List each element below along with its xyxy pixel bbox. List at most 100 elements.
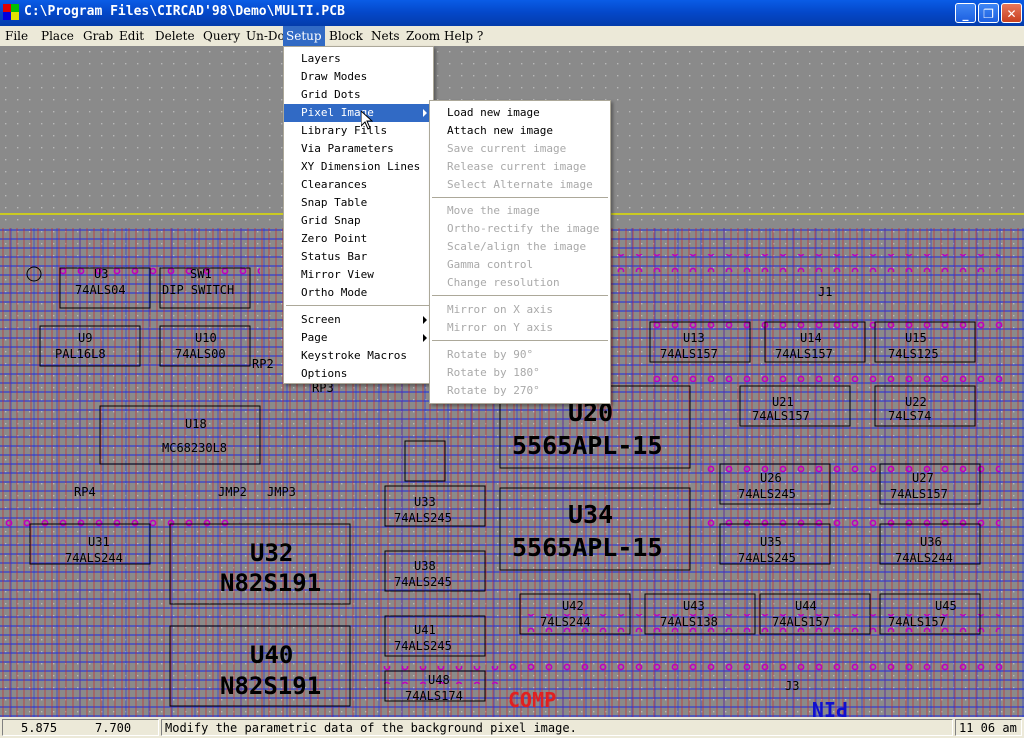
menu-item-gamma-control: Gamma control xyxy=(447,258,534,271)
menu-item-select-alternate-image: Select Alternate image xyxy=(447,178,593,191)
window-title: C:\Program Files\CIRCAD'98\Demo\MULTI.PC… xyxy=(24,4,345,19)
menu-help[interactable]: Help ? xyxy=(441,26,486,46)
component-ref: U15 xyxy=(905,331,927,345)
component-ref: U41 xyxy=(414,623,436,637)
component-part: MC68230L8 xyxy=(162,441,227,455)
component-part: 74LS74 xyxy=(888,409,931,423)
component-part: 74ALS244 xyxy=(65,551,123,565)
component-part: 74ALS244 xyxy=(895,551,953,565)
menu-item-mirror-view[interactable]: Mirror View xyxy=(284,266,433,284)
component-ref: U22 xyxy=(905,395,927,409)
menu-item-layers[interactable]: Layers xyxy=(284,50,433,68)
component-part: N82S191 xyxy=(220,569,321,597)
component-part: PAL16L8 xyxy=(55,347,106,361)
menu-delete[interactable]: Delete xyxy=(152,26,198,46)
component-part: 74ALS245 xyxy=(394,511,452,525)
menu-item-scale-align: Scale/align the image xyxy=(447,240,587,253)
menu-item-pixel-image[interactable]: Pixel Image xyxy=(284,104,433,122)
component-part: 74ALS04 xyxy=(75,283,126,297)
menu-item-screen[interactable]: Screen xyxy=(284,311,433,329)
menu-item-grid-snap[interactable]: Grid Snap xyxy=(284,212,433,230)
menu-item-label: Screen xyxy=(301,313,341,326)
menu-block[interactable]: Block xyxy=(326,26,366,46)
menu-item-draw-modes[interactable]: Draw Modes xyxy=(284,68,433,86)
menu-separator xyxy=(432,340,608,341)
app-icon[interactable] xyxy=(3,4,19,20)
component-ref: U10 xyxy=(195,331,217,345)
menu-item-clearances[interactable]: Clearances xyxy=(284,176,433,194)
menu-separator xyxy=(432,197,608,198)
component-part: 74ALS157 xyxy=(775,347,833,361)
component-part: 74ALS245 xyxy=(738,487,796,501)
component-ref: U48 xyxy=(428,673,450,687)
setup-menu: Layers Draw Modes Grid Dots Pixel Image … xyxy=(283,46,434,384)
board-label: RP2 xyxy=(252,357,274,371)
component-ref: U27 xyxy=(912,471,934,485)
status-bar: 5.875 7.700 Modify the parametric data o… xyxy=(0,717,1024,738)
minimize-button[interactable]: _ xyxy=(955,3,976,23)
menu-place[interactable]: Place xyxy=(38,26,77,46)
submenu-arrow-icon xyxy=(423,334,427,342)
component-ref: U33 xyxy=(414,495,436,509)
component-ref: U38 xyxy=(414,559,436,573)
maximize-button[interactable]: ❐ xyxy=(978,3,999,23)
component-part: DIP SWITCH xyxy=(162,283,234,297)
menu-undo[interactable]: Un-Do xyxy=(243,26,288,46)
close-icon: ✕ xyxy=(1006,7,1017,21)
menu-item-library-fills[interactable]: Library Fills xyxy=(284,122,433,140)
menu-item-rotate-270: Rotate by 270° xyxy=(447,384,540,397)
component-part: 74ALS174 xyxy=(405,689,463,703)
menu-item-options[interactable]: Options xyxy=(284,365,433,383)
menu-item-grid-dots[interactable]: Grid Dots xyxy=(284,86,433,104)
menu-item-ortho-mode[interactable]: Ortho Mode xyxy=(284,284,433,302)
board-label: JMP3 xyxy=(267,485,296,499)
menu-bar: File Place Grab Edit Delete Query Un-Do … xyxy=(0,26,1024,47)
component-part: 74ALS157 xyxy=(890,487,948,501)
component-part: 74ALS245 xyxy=(394,575,452,589)
component-part: 74ALS245 xyxy=(738,551,796,565)
component-ref: U3 xyxy=(94,267,108,281)
board-label: JMP2 xyxy=(218,485,247,499)
menu-item-keystroke-macros[interactable]: Keystroke Macros xyxy=(284,347,433,365)
status-time: 11 06 am xyxy=(955,719,1022,736)
component-ref: U36 xyxy=(920,535,942,549)
component-ref: U21 xyxy=(772,395,794,409)
menu-separator xyxy=(432,295,608,296)
minimize-icon: _ xyxy=(962,7,969,21)
menu-item-zero-point[interactable]: Zero Point xyxy=(284,230,433,248)
component-ref: U35 xyxy=(760,535,782,549)
component-part: 74ALS157 xyxy=(888,615,946,629)
component-ref: U34 xyxy=(568,500,613,529)
menu-item-via-parameters[interactable]: Via Parameters xyxy=(284,140,433,158)
component-part: 74ALS245 xyxy=(394,639,452,653)
menu-item-xy-dimension-lines[interactable]: XY Dimension Lines xyxy=(284,158,433,176)
close-button[interactable]: ✕ xyxy=(1001,3,1022,23)
component-ref: U13 xyxy=(683,331,705,345)
menu-item-rotate-90: Rotate by 90° xyxy=(447,348,534,361)
component-ref: U45 xyxy=(935,599,957,613)
component-ref: U44 xyxy=(795,599,817,613)
menu-edit[interactable]: Edit xyxy=(116,26,147,46)
menu-item-load-new-image[interactable]: Load new image xyxy=(430,104,610,122)
menu-query[interactable]: Query xyxy=(200,26,243,46)
menu-item-attach-new-image[interactable]: Attach new image xyxy=(430,122,610,140)
menu-item-save-current-image: Save current image xyxy=(447,142,567,155)
component-part: 74LS244 xyxy=(540,615,591,629)
menu-file[interactable]: File xyxy=(2,26,31,46)
menu-item-release-current-image: Release current image xyxy=(447,160,587,173)
menu-item-snap-table[interactable]: Snap Table xyxy=(284,194,433,212)
menu-item-status-bar[interactable]: Status Bar xyxy=(284,248,433,266)
menu-grab[interactable]: Grab xyxy=(80,26,116,46)
comp-label: COMP xyxy=(508,688,556,712)
menu-setup[interactable]: Setup xyxy=(283,26,325,46)
component-part: 74ALS138 xyxy=(660,615,718,629)
menu-item-page[interactable]: Page xyxy=(284,329,433,347)
restore-icon: ❐ xyxy=(983,7,994,21)
component-ref: U31 xyxy=(88,535,110,549)
menu-zoom[interactable]: Zoom xyxy=(403,26,443,46)
y-coordinate: 7.700 xyxy=(95,721,132,735)
menu-nets[interactable]: Nets xyxy=(368,26,403,46)
submenu-arrow-icon xyxy=(423,109,427,117)
component-ref: U40 xyxy=(250,641,293,669)
pin-label: PIN xyxy=(812,697,848,717)
